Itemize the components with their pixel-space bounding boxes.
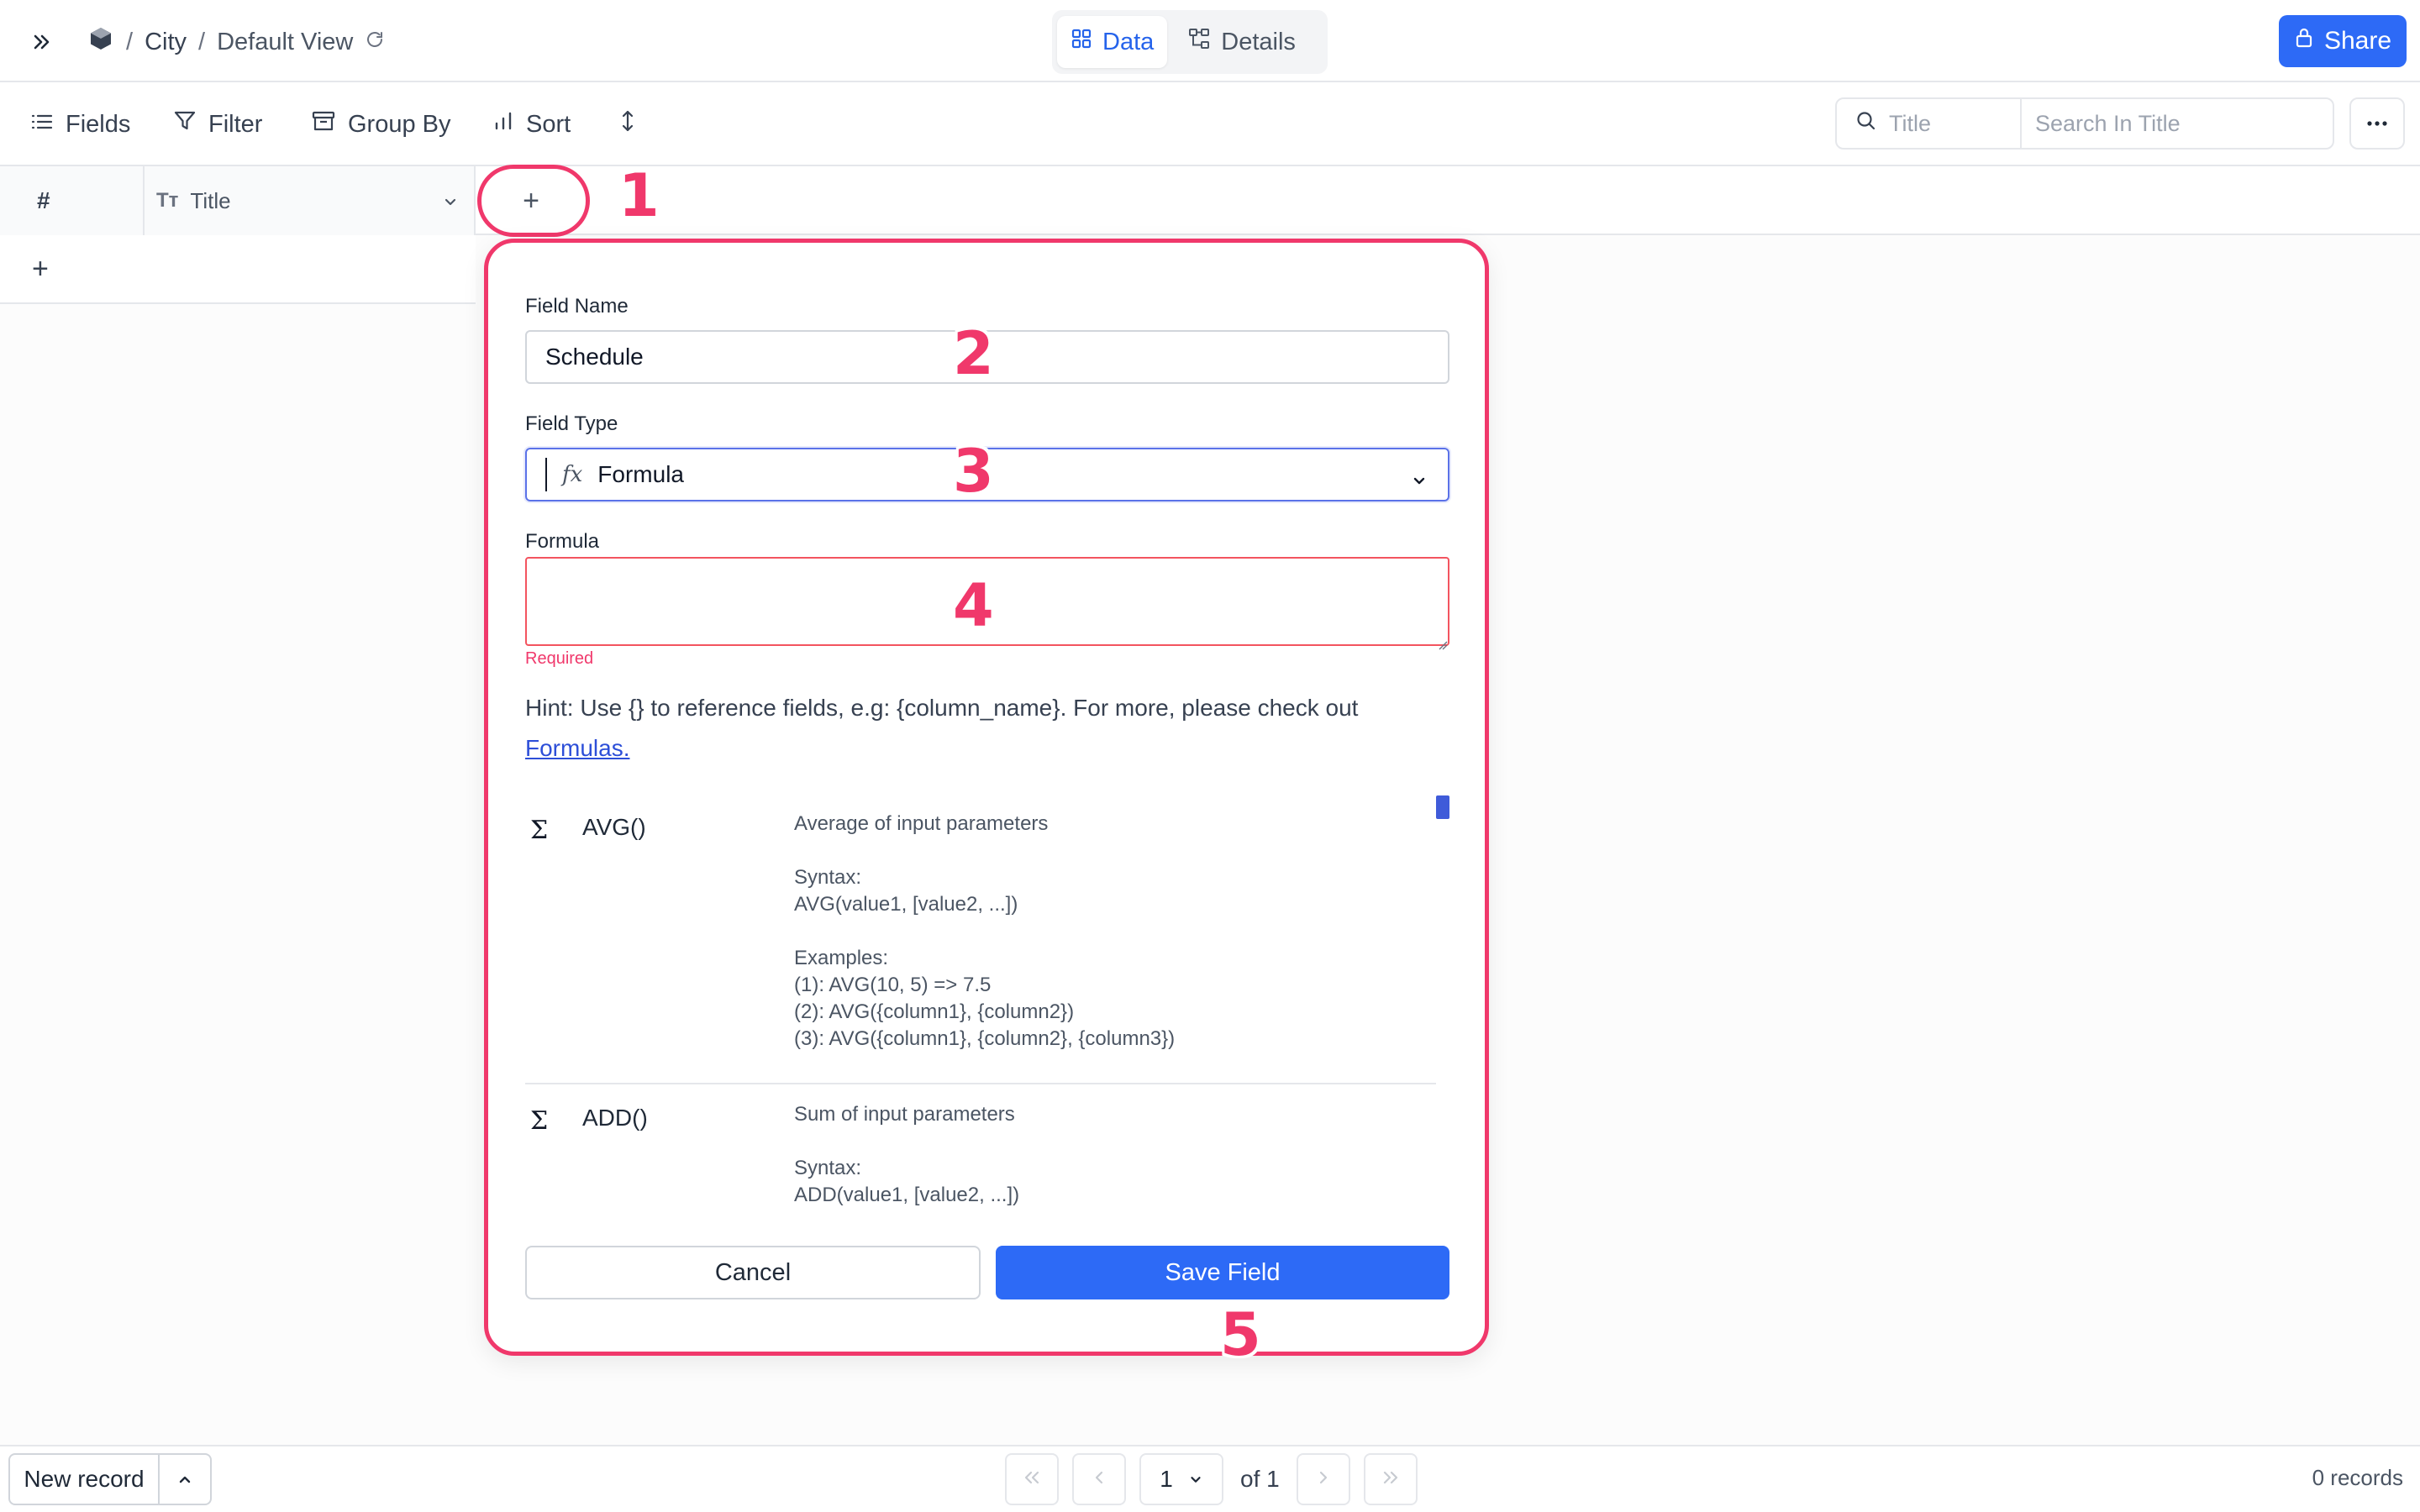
annotation-step-4: 4 [953,571,994,640]
list-icon [30,111,54,139]
add-field-dialog: Field Name Field Type 𝑓x Formula Formula… [484,239,1489,1356]
scrollbar-thumb[interactable] [1436,795,1449,819]
group-by-button[interactable]: Group By [311,104,451,144]
annotation-highlight-ring [477,165,590,237]
breadcrumb-separator: / [126,28,134,55]
chevron-down-icon[interactable] [442,190,459,216]
row-height-button[interactable] [620,104,635,144]
function-suggestion-avg[interactable]: Σ AVG() Average of input parameters Synt… [525,811,1436,1063]
search-field-label: Title [1889,110,1932,136]
page-current: 1 [1160,1466,1173,1492]
search-field-select[interactable]: Title [1837,99,2022,148]
chevron-down-icon [1188,1466,1203,1493]
filter-label: Filter [208,110,263,138]
function-suggestion-add[interactable]: Σ ADD() Sum of input parameters Syntax: … [525,1101,1436,1219]
more-options-button[interactable] [2349,97,2405,150]
base-logo-icon[interactable] [87,25,114,59]
search-box: Title [1835,97,2334,150]
breadcrumb-view[interactable]: Default View [217,29,353,56]
breadcrumb-table[interactable]: City [145,29,187,56]
share-label: Share [2323,27,2392,55]
top-bar: / City / Default View Data Details Share [0,0,2420,82]
new-record-group: New record [8,1453,212,1505]
annotation-step-3: 3 [953,437,994,506]
sigma-icon: Σ [530,1106,549,1136]
next-page-button[interactable] [1296,1453,1350,1505]
column-header-row: # Tт Title + [0,166,2420,235]
annotation-step-5: 5 [1220,1300,1261,1369]
tree-icon [1187,27,1211,57]
new-record-button[interactable]: New record [10,1455,160,1504]
function-name: ADD() [582,1105,648,1131]
double-chevron-right-icon [1381,1469,1401,1490]
function-description: Average of input parameters Syntax: AVG(… [794,812,1176,1050]
tab-details-label: Details [1221,28,1296,55]
formula-hint-text: Hint: Use {} to reference fields, e.g: {… [525,695,1359,721]
formulas-docs-link[interactable]: Formulas. [525,735,629,761]
expand-sidebar-icon[interactable] [25,25,59,59]
sort-label: Sort [526,110,571,138]
archive-icon [311,109,336,139]
group-by-label: Group By [348,110,451,138]
chevron-down-icon [1411,468,1428,495]
divider [525,1083,1436,1084]
record-count: 0 records [2312,1465,2403,1490]
cancel-button[interactable]: Cancel [525,1246,981,1299]
fields-button[interactable]: Fields [30,104,130,144]
breadcrumb-separator: / [198,28,206,55]
breadcrumb: / City / Default View [87,22,385,62]
column-header-title[interactable]: Tт Title [145,166,476,235]
required-error-text: Required [525,649,594,668]
last-page-button[interactable] [1363,1453,1418,1505]
text-type-icon: Tт [156,189,179,212]
more-horizontal-icon [2366,116,2388,131]
double-chevron-left-icon [1022,1469,1042,1490]
filter-icon [173,109,197,139]
grid-icon [1071,28,1092,56]
annotation-step-2: 2 [953,319,994,388]
share-button[interactable]: Share [2279,15,2407,67]
chevron-up-icon[interactable] [160,1455,210,1504]
save-field-button[interactable]: Save Field [996,1246,1449,1299]
page-total: of 1 [1240,1466,1280,1492]
lock-icon [2294,27,2314,55]
column-header-index: # [0,166,145,235]
formula-label: Formula [525,530,600,553]
bar-chart-icon [492,110,514,139]
toolbar: Fields Filter Group By Sort Title [0,82,2420,166]
add-row-button[interactable]: + [0,235,476,304]
function-name: AVG() [582,814,646,840]
sigma-icon: Σ [530,816,549,845]
chevron-right-icon [1315,1469,1332,1490]
search-input[interactable] [2022,99,2333,148]
first-page-button[interactable] [1005,1453,1059,1505]
vertical-arrows-icon [620,109,635,139]
formula-hint: Hint: Use {} to reference fields, e.g: {… [525,688,1449,769]
field-type-value: Formula [597,461,684,487]
reload-icon[interactable] [365,29,385,56]
tab-data[interactable]: Data [1057,16,1168,68]
function-description: Sum of input parameters Syntax: ADD(valu… [794,1103,1020,1206]
annotation-step-1: 1 [618,161,660,230]
column-header-title-label: Title [190,187,231,213]
chevron-left-icon [1091,1469,1107,1490]
sort-button[interactable]: Sort [492,104,571,144]
pagination: 1 of 1 [1005,1453,1418,1505]
page-select[interactable]: 1 [1139,1453,1223,1505]
resize-handle-icon[interactable] [1438,639,1448,650]
previous-page-button[interactable] [1072,1453,1126,1505]
tab-data-label: Data [1102,28,1155,55]
field-name-label: Field Name [525,295,629,318]
footer-bar: New record 1 of 1 0 records [0,1445,2420,1512]
tab-details[interactable]: Details [1174,16,1309,68]
search-icon [1855,110,1877,138]
fields-label: Fields [66,110,131,138]
field-type-label: Field Type [525,412,618,435]
view-tabs: Data Details [1052,10,1328,74]
formula-icon: 𝑓x [562,462,583,487]
filter-button[interactable]: Filter [173,104,262,144]
text-cursor [545,458,547,491]
